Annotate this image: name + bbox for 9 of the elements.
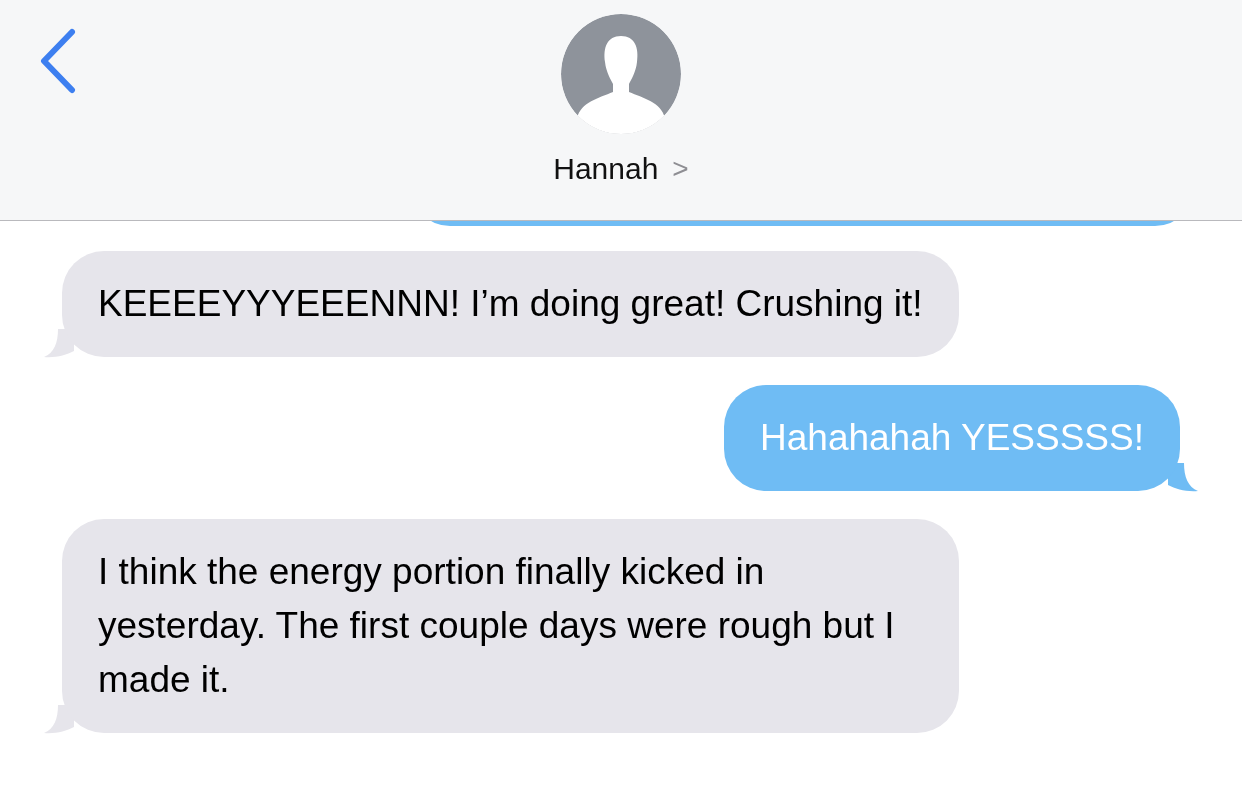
message-bubble: KEEEEYYYEEENNN! I’m doing great! Crushing it! (62, 251, 959, 357)
message-bubble: I think the energy portion finally kicked in yesterday. The first couple days were rough but I made it. (62, 519, 959, 733)
avatar-icon[interactable] (561, 14, 681, 134)
contact-name[interactable]: Hannah (553, 152, 659, 186)
bubble-tail (44, 329, 74, 359)
bubble-tail (44, 705, 74, 735)
bubble-tail (1168, 463, 1198, 493)
message-bubble: Hahahahah YESSSSS! (724, 385, 1180, 491)
back-icon[interactable] (38, 28, 78, 94)
